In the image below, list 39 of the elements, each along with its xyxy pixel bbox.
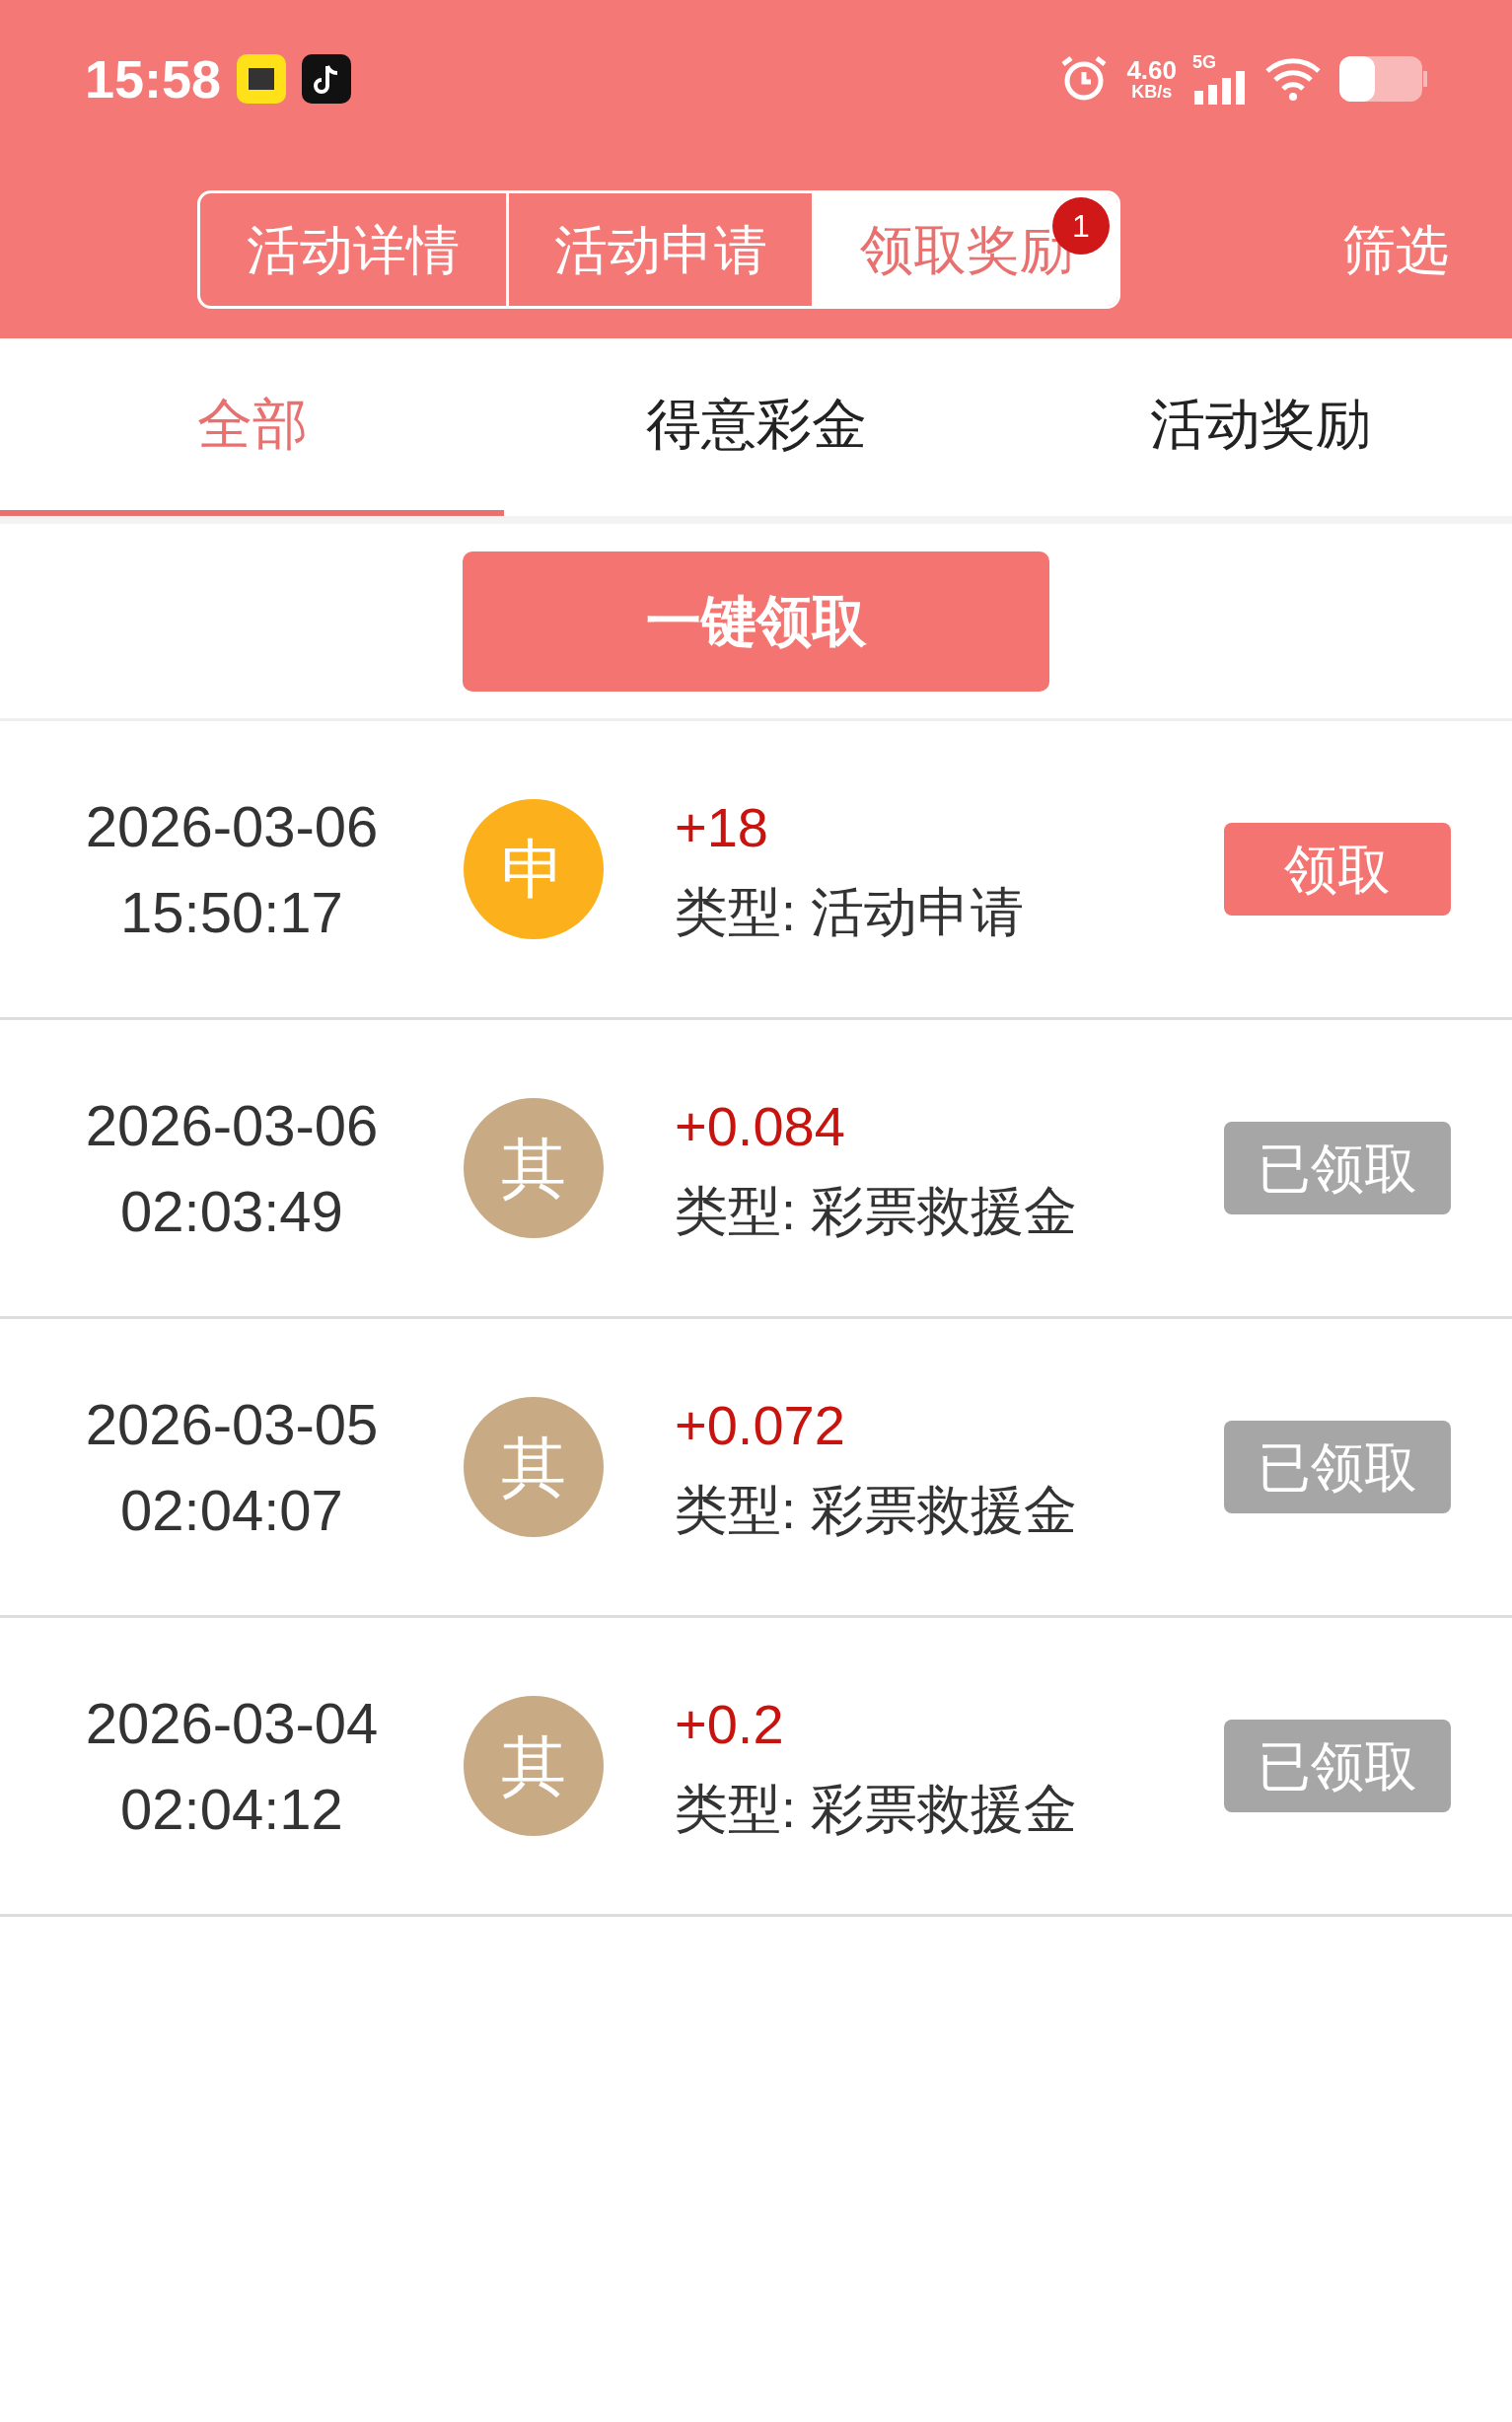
app-icon <box>237 54 287 104</box>
network-type: 5G <box>1192 53 1216 71</box>
claim-button[interactable]: 领取 <box>1224 823 1451 916</box>
record-time: 02:03:49 <box>120 1178 343 1245</box>
category-tab[interactable]: 全部 <box>0 338 504 516</box>
record-time: 15:50:17 <box>120 879 343 946</box>
claim-button[interactable]: 已领取 <box>1224 1720 1451 1812</box>
segment-tab[interactable]: 活动详情 <box>200 193 506 306</box>
reward-amount: +0.2 <box>675 1697 785 1752</box>
type-avatar: 其 <box>464 1696 604 1836</box>
type-avatar: 申 <box>464 799 604 939</box>
reward-type: 类型: 彩票救援金 <box>675 1483 1078 1536</box>
record-date: 2026-03-06 <box>85 1092 379 1159</box>
reward-type: 类型: 彩票救援金 <box>675 1782 1078 1835</box>
reward-type: 类型: 彩票救援金 <box>675 1184 1078 1237</box>
signal-icon <box>1192 71 1248 105</box>
reward-amount: +0.072 <box>675 1398 846 1453</box>
claim-button[interactable]: 已领取 <box>1224 1122 1451 1214</box>
filter-button[interactable]: 筛选 <box>1342 190 1449 309</box>
claim-button[interactable]: 已领取 <box>1224 1421 1451 1513</box>
wifi-icon <box>1263 55 1323 103</box>
record-time: 02:04:12 <box>120 1776 343 1843</box>
record-date: 2026-03-04 <box>85 1690 379 1757</box>
speed-unit: KB/s <box>1131 83 1173 101</box>
record-date: 2026-03-06 <box>85 793 379 860</box>
type-avatar: 其 <box>464 1098 604 1238</box>
music-note-icon <box>302 54 352 104</box>
record-time: 02:04:07 <box>120 1477 343 1544</box>
reward-amount: +0.084 <box>675 1099 846 1154</box>
clock-time: 15:58 <box>85 47 222 110</box>
type-avatar: 其 <box>464 1397 604 1537</box>
battery-icon <box>1338 55 1427 103</box>
reward-type: 类型: 活动申请 <box>675 885 1025 938</box>
category-tab[interactable]: 活动奖励 <box>1008 338 1512 516</box>
claim-all-button[interactable]: 一键领取 <box>463 550 1049 692</box>
network-speed: 4.60 <box>1126 57 1177 83</box>
category-tab[interactable]: 得意彩金 <box>504 338 1008 516</box>
reward-amount: +18 <box>675 800 769 855</box>
record-date: 2026-03-05 <box>85 1391 379 1458</box>
